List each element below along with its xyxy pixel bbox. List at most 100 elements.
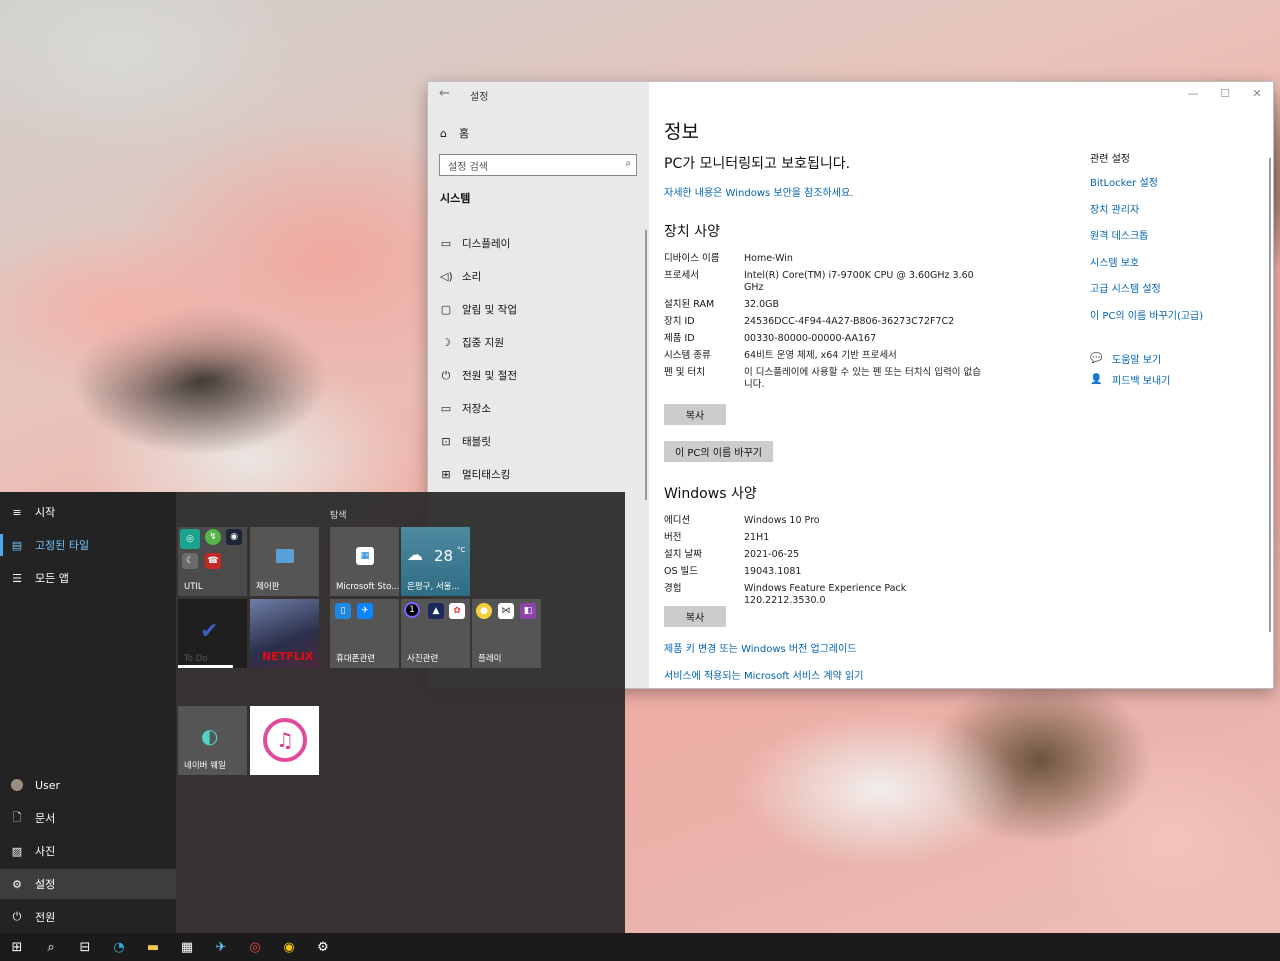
tile-play-folder[interactable]: ● ⋈ ◧ 플레이 xyxy=(472,599,541,668)
tile-todo[interactable]: ✔ To Do xyxy=(178,599,247,668)
nav-label: 디스플레이 xyxy=(462,238,511,250)
nav-item-notifications[interactable]: ▢ 알림 및 작업 xyxy=(440,293,645,326)
settings-label: 설정 xyxy=(35,878,56,891)
whale-icon: ◐ xyxy=(201,724,219,748)
copy-device-specs-button[interactable]: 복사 xyxy=(664,404,726,425)
start-rail: ≡ 시작 ▤ 고정된 타일 ☰ 모든 앱 User 🗋 문서 ▨ 사진 ⚙ 설정 ⏻ 전원 xyxy=(0,492,176,933)
user-label: User xyxy=(35,778,61,792)
pictures-button[interactable]: ▨ 사진 xyxy=(0,836,176,866)
task-view-icon[interactable]: ⊟ xyxy=(68,933,102,961)
related-link-rename-advanced[interactable]: 이 PC의 이름 바꾸기(고급) xyxy=(1090,307,1270,334)
nav-item-storage[interactable]: ▭ 저장소 xyxy=(440,392,645,425)
nav-item-power[interactable]: ⏻ 전원 및 절전 xyxy=(440,359,645,392)
related-link-system-protection[interactable]: 시스템 보호 xyxy=(1090,254,1270,281)
store-icon: ▦ xyxy=(356,547,374,565)
windows-start-button[interactable]: ⊞ xyxy=(0,933,34,961)
tile-label: 사진관련 xyxy=(407,654,439,664)
related-link-bitlocker[interactable]: BitLocker 설정 xyxy=(1090,174,1270,201)
settings-button[interactable]: ⚙ 설정 xyxy=(0,869,176,899)
service-agreement-link[interactable]: 서비스에 적용되는 Microsoft 서비스 계약 읽기 xyxy=(664,667,863,682)
related-link-device-manager[interactable]: 장치 관리자 xyxy=(1090,201,1270,228)
window-controls: — ☐ ✕ xyxy=(1177,82,1273,104)
list-icon: ☰ xyxy=(12,571,22,585)
nav-item-multitasking[interactable]: ⊞ 멀티태스킹 xyxy=(440,458,645,491)
rename-pc-button[interactable]: 이 PC의 이름 바꾸기 xyxy=(664,441,773,462)
app-icon[interactable]: ◎ xyxy=(238,933,272,961)
back-button[interactable]: ← xyxy=(439,86,450,101)
pinned-tiles-button[interactable]: ▤ 고정된 타일 xyxy=(0,530,176,560)
protection-status: PC가 모니터링되고 보호됩니다. xyxy=(664,156,851,172)
all-apps-button[interactable]: ☰ 모든 앱 xyxy=(0,563,176,593)
todo-progress xyxy=(178,665,233,668)
tile-control-panel[interactable]: 제어판 xyxy=(250,527,319,596)
power-label: 전원 xyxy=(35,911,56,924)
close-button[interactable]: ✕ xyxy=(1241,82,1273,104)
content-scrollbar[interactable] xyxy=(1269,158,1271,632)
feedback-icon: 👤 xyxy=(1090,374,1103,385)
spec-row: 설치 날짜 2021-06-25 xyxy=(664,549,984,561)
spec-value: 21H1 xyxy=(744,532,770,543)
focus-assist-icon: ☽ xyxy=(441,336,451,349)
storage-icon: ▭ xyxy=(440,402,452,415)
tile-whale[interactable]: ◐ 네이버 웨일 xyxy=(178,706,247,775)
tile-microsoft-store[interactable]: ▦ Microsoft Sto... xyxy=(330,527,399,596)
feedback-link[interactable]: 👤 피드백 보내기 xyxy=(1090,369,1170,390)
tile-itunes[interactable]: ♫ xyxy=(250,706,319,775)
copy-windows-specs-button[interactable]: 복사 xyxy=(664,606,726,627)
app-icon: ● xyxy=(476,603,492,619)
start-expand-button[interactable]: ≡ 시작 xyxy=(0,497,176,527)
related-link-advanced-system[interactable]: 고급 시스템 설정 xyxy=(1090,280,1270,307)
search-icon[interactable]: ⌕ xyxy=(625,158,631,169)
section-title: 시스템 xyxy=(440,192,471,205)
power-icon: ⏻ xyxy=(12,910,22,923)
maximize-button[interactable]: ☐ xyxy=(1209,82,1241,104)
spec-value: 이 디스플레이에 사용할 수 있는 펜 또는 터치식 입력이 없습니다. xyxy=(744,367,981,390)
home-link[interactable]: ⌂ 홈 xyxy=(440,125,469,141)
nav-item-display[interactable]: ▭ 디스플레이 xyxy=(440,227,645,260)
nav-label: 집중 지원 xyxy=(462,337,504,349)
spec-row: 경험 Windows Feature Experience Pack 120.22… xyxy=(664,583,984,607)
notifications-icon: ▢ xyxy=(440,303,452,316)
nav-item-focus-assist[interactable]: ☽ 집중 지원 xyxy=(440,326,645,359)
windows-specs-title: Windows 사양 xyxy=(664,486,757,502)
app-icon: ⋈ xyxy=(498,603,514,619)
nav-label: 멀티태스킹 xyxy=(462,469,511,481)
steam-icon: ◉ xyxy=(226,529,242,545)
app-icon: ◧ xyxy=(520,603,536,619)
settings-taskbar-icon[interactable]: ⚙ xyxy=(306,933,340,961)
nav-item-sound[interactable]: ◁) 소리 xyxy=(440,260,645,293)
tile-util-folder[interactable]: ◎ ↯ ◉ ☾ ☎ UTIL xyxy=(178,527,247,596)
app-icon: ☎ xyxy=(205,553,221,569)
get-help-link[interactable]: 💬 도움말 보기 xyxy=(1090,348,1170,369)
bird-app-icon[interactable]: ✈ xyxy=(204,933,238,961)
security-link[interactable]: 자세한 내용은 Windows 보안을 참조하세요. xyxy=(664,184,853,199)
tile-label: 휴대폰관련 xyxy=(336,654,376,664)
tiles-icon: ▤ xyxy=(11,538,23,552)
tablet-icon: ⊡ xyxy=(441,435,451,448)
spec-value: Windows 10 Pro xyxy=(744,515,820,526)
tile-phone-folder[interactable]: ▯ ✈ 휴대폰관련 xyxy=(330,599,399,668)
spec-row: 프로세서 Intel(R) Core(TM) i7-9700K CPU @ 3.6… xyxy=(664,270,984,294)
user-button[interactable]: User xyxy=(0,770,176,800)
tile-netflix[interactable]: NETFLIX xyxy=(250,599,319,668)
file-explorer-icon[interactable]: ▬ xyxy=(136,933,170,961)
help-section: 💬 도움말 보기 👤 피드백 보내기 xyxy=(1090,348,1170,390)
window-title: 설정 xyxy=(470,92,489,103)
search-icon[interactable]: ⌕ xyxy=(34,933,68,961)
minimize-button[interactable]: — xyxy=(1177,82,1209,104)
store-icon[interactable]: ▦ xyxy=(170,933,204,961)
tile-weather[interactable]: ☁ 28 °C 은평구, 서울... xyxy=(401,527,470,596)
chrome-icon[interactable]: ◉ xyxy=(272,933,306,961)
tile-label: UTIL xyxy=(184,582,203,592)
settings-search-input[interactable]: 설정 검색 ⌕ xyxy=(439,154,637,176)
sidebar-scrollbar[interactable] xyxy=(645,230,647,500)
device-specs-table: 디바이스 이름 Home-Win 프로세서 Intel(R) Core(TM) i7… xyxy=(664,253,984,396)
nav-label: 저장소 xyxy=(462,403,491,415)
documents-button[interactable]: 🗋 문서 xyxy=(0,803,176,833)
upgrade-link[interactable]: 제품 키 변경 또는 Windows 버전 업그레이드 xyxy=(664,640,857,655)
nav-item-tablet[interactable]: ⊡ 태블릿 xyxy=(440,425,645,458)
power-button[interactable]: ⏻ 전원 xyxy=(0,902,176,932)
edge-icon[interactable]: ◔ xyxy=(102,933,136,961)
related-link-remote-desktop[interactable]: 원격 데스크톱 xyxy=(1090,227,1270,254)
tile-photo-folder[interactable]: 1 ▲ ✿ 사진관련 xyxy=(401,599,470,668)
